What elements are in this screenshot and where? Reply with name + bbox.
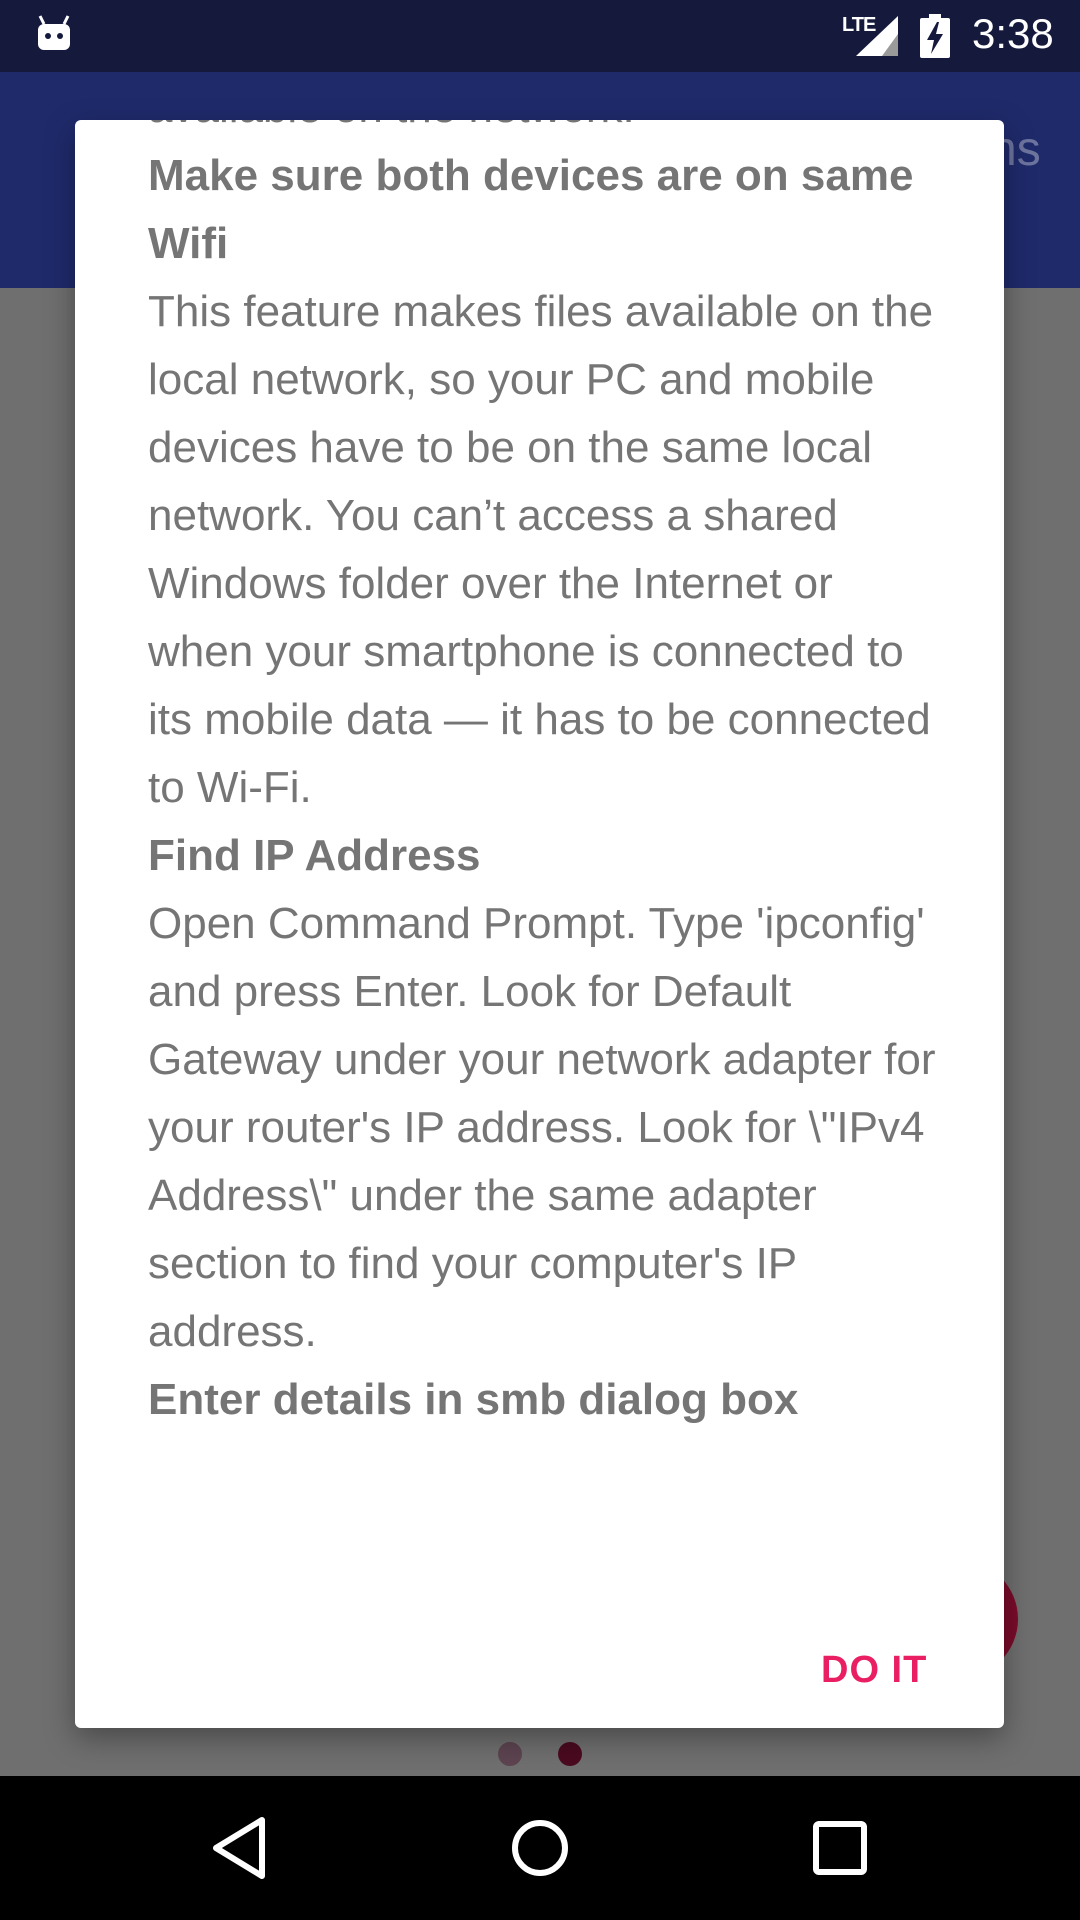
partial-line: available on the network.	[148, 120, 948, 142]
info-dialog: available on the network. Make sure both…	[75, 120, 1004, 1728]
section-heading: Enter details in smb dialog box	[148, 1375, 799, 1424]
screen: LTE 3:38 ns available on the network. Ma…	[0, 0, 1080, 1920]
navigation-bar	[0, 1776, 1080, 1920]
signal-icon	[856, 16, 898, 56]
home-icon[interactable]	[500, 1808, 580, 1888]
android-notification-icon	[38, 15, 70, 50]
section-heading: Find IP Address	[148, 831, 481, 880]
back-icon[interactable]	[200, 1808, 280, 1888]
section-heading: Make sure both devices are on same Wifi	[148, 151, 926, 268]
do-it-button[interactable]: DO IT	[801, 1630, 947, 1710]
pager-indicator	[0, 1742, 1080, 1772]
recents-icon[interactable]	[800, 1808, 880, 1888]
pager-dot-active	[558, 1742, 582, 1766]
battery-charging-icon	[920, 14, 950, 58]
status-bar: LTE 3:38	[0, 0, 1080, 72]
dialog-scroll-area[interactable]: available on the network. Make sure both…	[148, 120, 948, 1540]
pager-dot	[498, 1742, 522, 1766]
dialog-content: available on the network. Make sure both…	[148, 120, 948, 1434]
section-body: Open Command Prompt. Type 'ipconfig' and…	[148, 899, 948, 1356]
section-body: This feature makes files available on th…	[148, 287, 946, 812]
status-clock: 3:38	[972, 10, 1054, 57]
